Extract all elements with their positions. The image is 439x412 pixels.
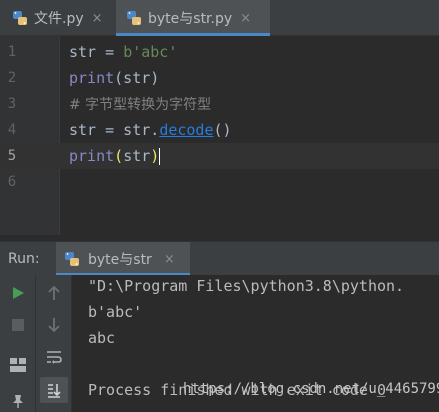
line-number: 2 bbox=[7, 70, 17, 86]
code-line[interactable]: 3 # 字节型转换为字符型 bbox=[0, 91, 439, 117]
line-number: 5 bbox=[7, 148, 17, 164]
matched-paren: ( bbox=[114, 147, 124, 165]
code-text: print(str) bbox=[69, 143, 161, 169]
line-number: 3 bbox=[7, 96, 17, 112]
tab-label: 文件.py bbox=[34, 11, 84, 27]
close-tab-icon[interactable]: × bbox=[240, 11, 251, 26]
code-text: # 字节型转换为字符型 bbox=[69, 91, 211, 118]
python-file-icon bbox=[12, 10, 28, 26]
run-tab-label: byte与str bbox=[88, 252, 152, 268]
scroll-to-end-icon[interactable] bbox=[40, 377, 68, 403]
tab-byte-str-py[interactable]: byte与str.py × bbox=[116, 0, 270, 36]
python-file-icon bbox=[126, 10, 142, 26]
tab-label: byte与str.py bbox=[148, 11, 233, 27]
code-token: (str) bbox=[114, 69, 160, 87]
builtin-function: print bbox=[69, 69, 115, 87]
arrow-up-icon[interactable] bbox=[42, 281, 66, 305]
builtin-function: print bbox=[69, 147, 115, 165]
console-output-line: b'abc' bbox=[88, 303, 143, 321]
layout-icon[interactable] bbox=[6, 353, 30, 377]
code-text: str = b'abc' bbox=[69, 39, 177, 65]
python-run-icon bbox=[64, 251, 80, 267]
code-line[interactable]: 2 print(str) bbox=[0, 65, 439, 91]
code-text: str = str.decode() bbox=[69, 117, 232, 143]
code-token: str = bbox=[69, 43, 124, 61]
console-output-line: abc bbox=[88, 329, 116, 347]
code-text: print(str) bbox=[69, 65, 159, 91]
run-toolbar-secondary bbox=[36, 275, 72, 412]
run-console[interactable]: "D:\Program Files\python3.8\python. b'ab… bbox=[0, 275, 439, 412]
line-number: 6 bbox=[7, 174, 17, 190]
code-token: str = str. bbox=[69, 121, 160, 139]
line-number: 4 bbox=[7, 122, 17, 138]
code-token: () bbox=[213, 121, 232, 139]
code-token: str bbox=[123, 147, 151, 165]
text-caret bbox=[159, 148, 161, 165]
code-line[interactable]: 6 bbox=[0, 169, 439, 195]
console-output-line: "D:\Program Files\python3.8\python. bbox=[88, 277, 405, 295]
code-comment: # 字节型转换为字符型 bbox=[69, 97, 212, 113]
code-editor[interactable]: 1 str = b'abc' 2 print(str) 3 # 字节型转换为字符… bbox=[0, 36, 439, 235]
line-number: 1 bbox=[7, 44, 17, 60]
run-label: Run: bbox=[8, 251, 40, 267]
watermark-text: https://blog.csdn.net/u_4465799 bbox=[183, 381, 439, 397]
rerun-icon[interactable] bbox=[6, 281, 30, 305]
run-toolbar-primary bbox=[0, 275, 36, 412]
soft-wrap-icon[interactable] bbox=[42, 345, 66, 369]
matched-paren: ) bbox=[150, 147, 160, 165]
string-literal: b'abc' bbox=[123, 43, 178, 61]
code-line[interactable]: 4 str = str.decode() bbox=[0, 117, 439, 143]
pin-icon[interactable] bbox=[6, 389, 30, 412]
stop-icon[interactable] bbox=[6, 313, 30, 337]
code-line-current[interactable]: 5 print(str) bbox=[0, 143, 439, 169]
run-config-tab[interactable]: byte与str × bbox=[56, 242, 190, 276]
method-call: decode bbox=[159, 121, 214, 139]
editor-tab-bar: 文件.py × byte与str.py × bbox=[0, 0, 439, 36]
tab-file-py[interactable]: 文件.py × bbox=[0, 0, 116, 36]
close-run-tab-icon[interactable]: × bbox=[164, 252, 175, 267]
arrow-down-icon[interactable] bbox=[42, 313, 66, 337]
code-line[interactable]: 1 str = b'abc' bbox=[0, 39, 439, 65]
run-tool-window-header: Run: byte与str × bbox=[0, 241, 439, 276]
close-tab-icon[interactable]: × bbox=[92, 11, 103, 26]
